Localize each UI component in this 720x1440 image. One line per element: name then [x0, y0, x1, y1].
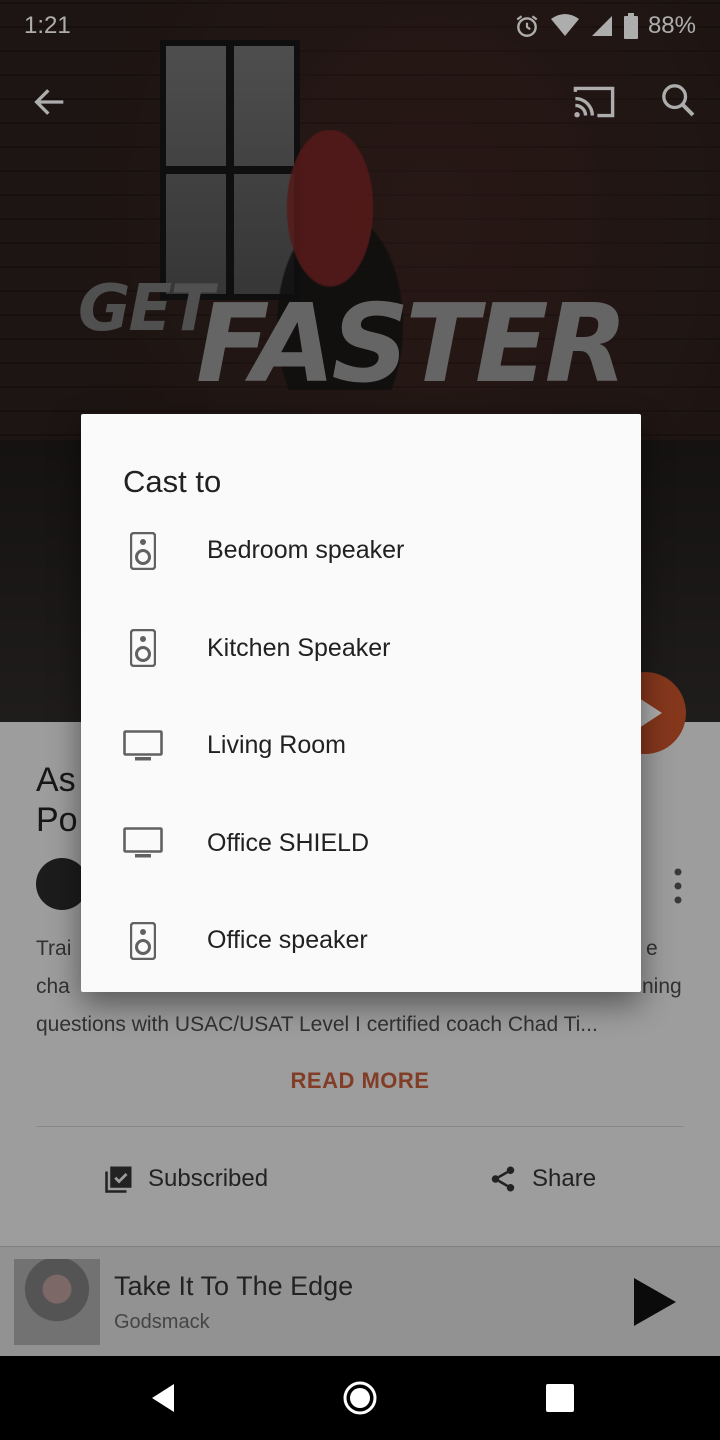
tv-icon — [121, 821, 165, 865]
cast-dialog-title: Cast to — [123, 464, 222, 499]
cast-device-label: Office speaker — [207, 926, 368, 955]
cast-dialog: Cast to Bedroom speaker Kitchen Speaker — [81, 414, 641, 992]
cast-device-label: Bedroom speaker — [207, 536, 405, 565]
cast-device-list: Bedroom speaker Kitchen Speaker Living R… — [81, 502, 641, 990]
cast-device-living-room[interactable]: Living Room — [81, 697, 641, 795]
cast-device-office-speaker[interactable]: Office speaker — [81, 892, 641, 990]
nav-recents-icon[interactable] — [546, 1384, 574, 1412]
nav-back-icon[interactable] — [146, 1380, 182, 1416]
cast-device-kitchen-speaker[interactable]: Kitchen Speaker — [81, 600, 641, 698]
cast-device-office-shield[interactable]: Office SHIELD — [81, 795, 641, 893]
tv-icon — [121, 724, 165, 768]
nav-home-icon[interactable] — [342, 1380, 378, 1416]
speaker-icon — [121, 626, 165, 670]
cast-device-bedroom-speaker[interactable]: Bedroom speaker — [81, 502, 641, 600]
cast-device-label: Living Room — [207, 731, 346, 760]
speaker-icon — [121, 529, 165, 573]
cast-device-label: Office SHIELD — [207, 828, 370, 857]
speaker-icon — [121, 919, 165, 963]
cast-device-label: Kitchen Speaker — [207, 633, 391, 662]
system-nav-bar — [0, 1356, 720, 1440]
